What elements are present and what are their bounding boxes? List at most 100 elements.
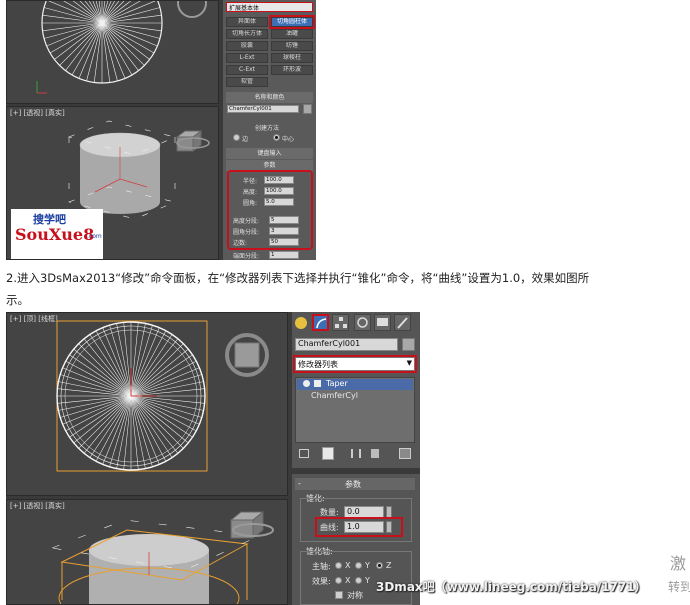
stack-item-taper-label: Taper [326,379,348,388]
wire-spoke [130,367,200,397]
modify-panel: ChamferCyl001 修改器列表 ▼ Taper ChamferCyl -… [292,312,420,605]
caption-line-1: 2.进入3DsMax2013“修改”命令面板，在“修改器列表下选择并执行“锥化”… [6,271,590,285]
keyboard-entry-rollout[interactable]: 键盘输入 [226,148,313,159]
highlight-modifier-list [293,355,417,373]
capsule-button[interactable]: 胶囊 [226,41,268,51]
stack-item-chamfercyl[interactable]: ChamferCyl [297,391,413,402]
c-ext-button[interactable]: C-Ext [226,65,268,75]
screenshot-1: [+] [透视] [真实] 搜学吧 SouXue8 .com 扩展基本体 异面体… [6,0,316,260]
motion-tab-icon[interactable] [354,314,371,331]
perspective-viewport-2[interactable]: [+] [透视] [真实] [6,499,288,605]
wire-spoke [102,327,132,397]
top-wireframe-viewport[interactable]: [+] [顶] [线框] [6,312,288,496]
stack-toolbar [295,446,415,462]
hedra-button[interactable]: 异面体 [226,17,268,27]
watermark-domain: .com [87,233,102,240]
wire-spoke [62,367,132,397]
object-type-dropdown[interactable]: 扩展基本体 [226,2,313,12]
effect-x-label: X [345,576,351,585]
radio-edge-label: 边 [242,136,249,143]
param-field[interactable]: 1 [269,251,299,259]
chamfer-box-button[interactable]: 切角长方体 [226,29,268,39]
stack-item-chamfercyl-label: ChamferCyl [311,391,358,400]
wireframe-cylinder-top [56,320,269,472]
dropdown-value: 扩展基本体 [229,5,260,12]
site-watermark: 3Dmax吧（www.lineeg.com/tieba/1771） [376,580,647,594]
radio-center-label: 中心 [282,136,295,143]
creation-method-title: 创建方法 [255,125,280,132]
effect-y-radio[interactable] [355,577,362,584]
primary-x-label: X [345,561,351,570]
radio-center[interactable] [273,134,280,141]
wire-spoke [101,22,161,39]
wireframe-sphere-top [36,1,207,94]
hierarchy-tab-icon[interactable] [332,314,349,331]
configure-sets-icon[interactable] [399,448,411,459]
top-viewport[interactable] [6,0,219,104]
primary-axis-label: 主轴: [312,562,331,571]
spindle-button[interactable]: 纺锤 [271,41,313,51]
stack-item-taper[interactable]: Taper [297,379,413,390]
symmetry-label: 对称 [347,591,363,600]
goto-text: 转到 [668,580,690,594]
create-panel: 扩展基本体 异面体 切角长方体 油罐 胶囊 纺锤 L-Ext 球棱柱 C-Ext 环形波 软管 切… [223,0,316,260]
effect-x-radio[interactable] [335,577,342,584]
ringwave-button[interactable]: 环形波 [271,65,313,75]
pin-stack-icon[interactable] [299,449,309,458]
utilities-tab-icon[interactable] [394,314,411,331]
souxue8-logo: 搜学吧 SouXue8 .com [11,209,103,259]
display-tab-icon[interactable] [374,314,391,331]
symmetry-checkbox[interactable] [335,591,343,599]
show-end-result-icon[interactable] [322,447,334,460]
wire-spoke [86,22,103,82]
parameters-rollout-2[interactable]: - 参数 [295,478,415,490]
modify-tab-icon[interactable] [312,314,329,331]
wire-spoke [101,22,145,66]
perspective-viewport[interactable]: [+] [透视] [真实] 搜学吧 SouXue8 .com [6,106,219,260]
wire-spoke [83,395,132,454]
color-swatch-2[interactable] [402,338,415,351]
divider [292,468,420,474]
effect-axis-label: 效果: [312,577,331,586]
wire-spoke [130,395,189,444]
hose-button[interactable]: 软管 [226,77,268,87]
radio-edge[interactable] [233,134,240,141]
wire-spoke [130,395,160,465]
object-name-field[interactable]: ChamferCyl001 [227,105,299,113]
wire-spoke [130,395,200,425]
wire-spoke [130,348,189,397]
name-color-rollout[interactable]: 名称和颜色 [226,92,313,103]
tapered-cylinder-view [50,510,274,604]
remove-modifier-icon[interactable] [371,449,379,458]
oiltank-button[interactable]: 油罐 [271,29,313,39]
primary-y-label: Y [365,561,370,570]
expand-icon [314,380,321,387]
primary-y-radio[interactable] [355,562,362,569]
l-ext-button[interactable]: L-Ext [226,53,268,63]
wire-spoke [101,7,161,24]
highlight-curve [315,517,403,537]
eye-icon [303,380,310,387]
gengon-button[interactable]: 球棱柱 [271,53,313,63]
make-unique-icon[interactable] [351,449,361,458]
object-name-field-2[interactable]: ChamferCyl001 [295,338,398,351]
wire-spoke [130,395,179,454]
watermark-logo-text: SouXue8 [15,225,95,244]
wire-spoke [101,22,155,54]
wire-spoke [101,22,133,76]
primary-z-radio[interactable] [376,562,383,569]
create-tab-icon[interactable] [295,317,307,329]
primary-z-label: Z [386,561,392,570]
wire-spoke [73,395,132,444]
color-swatch[interactable] [303,104,312,114]
activate-text: 激 [670,554,687,573]
primary-x-radio[interactable] [335,562,342,569]
effect-y-label: Y [365,576,370,585]
wire-spoke [130,338,179,397]
wire-spoke [43,7,103,24]
param-label: 端面分段: [233,253,260,260]
wire-spoke [43,22,103,39]
wire-spoke [49,22,103,54]
wire-spoke [130,327,160,397]
parameters-rollout-label: 参数 [345,480,361,489]
